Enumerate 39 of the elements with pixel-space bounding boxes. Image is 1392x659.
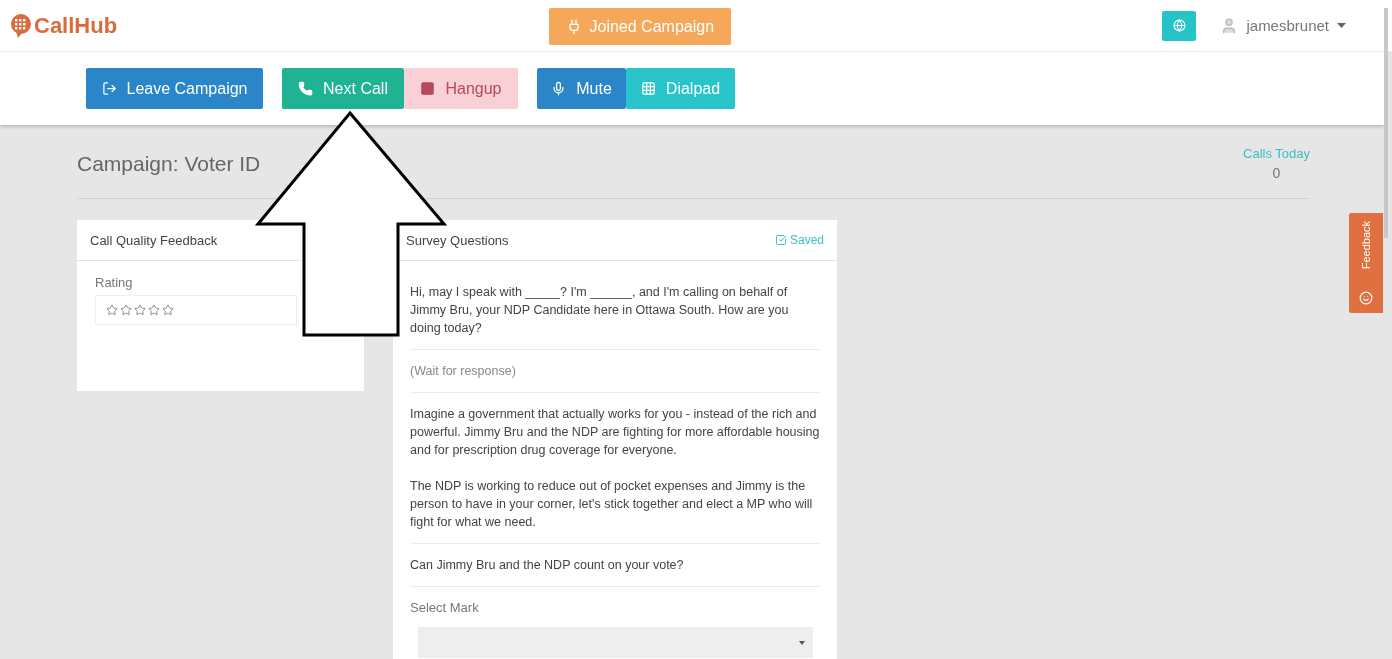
star-icon[interactable] [148,304,160,316]
campaign-title: Campaign: Voter ID [77,152,261,176]
saved-status: Saved [774,233,824,247]
card-title: Survey Questions [406,232,509,248]
phone-icon [298,81,314,96]
caret-icon [799,640,805,645]
star-icon[interactable] [134,304,146,316]
exit-icon [101,81,117,96]
caret-icon [1337,23,1346,28]
script-paragraph: Hi, may I speak with _____? I'm ______, and I'm calling on behalf of Jimmy Bru, your NDP Candidate here in Ottawa South. How are you doing today? [410,284,790,337]
card-title: Call Quality Feedback [90,232,218,248]
leave-button[interactable]: Leave Campaign [86,68,263,109]
calls-today-count: 0 [1272,165,1281,181]
smiley-icon [1359,291,1373,305]
script-note: (Wait for response) [410,363,517,380]
star-icon[interactable] [106,304,118,316]
script-paragraph: Imagine a government that actually works for you - instead of the rich and powerful. Jimmy Bru and the NDP are fighting for more affordable housing and for prescription drug coverage for everyone. [410,406,820,459]
feedback-tab[interactable]: Feedback [1349,213,1383,313]
user-menu[interactable]: jamesbrunet [1214,15,1352,36]
globe-button[interactable] [1162,10,1197,41]
star-rating[interactable] [95,295,297,325]
square-icon [420,81,436,96]
rating-label: Rating [95,275,134,290]
star-icon[interactable] [120,304,132,316]
mute-button[interactable]: Mute [537,68,626,109]
calls-today-label: Calls Today [1243,146,1310,161]
callhub-logo: CallHub [10,12,118,39]
star-icon[interactable] [162,304,174,316]
script-paragraph: Can Jimmy Bru and the NDP count on your vote? [410,557,685,574]
globe-icon [1172,19,1186,32]
keypad-icon [640,81,656,96]
script-paragraph: The NDP is working to reduce out of pocket expenses and Jimmy is the person to have in your corner, let's stick together and elect a MP who will fight for what we need. [410,478,814,531]
select-label: Select Mark [410,599,480,617]
next-button[interactable]: Next Call [282,68,404,109]
joined-campaign-button[interactable]: Joined Campaign [548,8,731,45]
chat-bubble-icon [10,13,32,38]
microphone-icon [551,81,567,96]
checkbox-icon [774,234,787,246]
dialpad-button[interactable]: Dialpad [626,68,735,109]
